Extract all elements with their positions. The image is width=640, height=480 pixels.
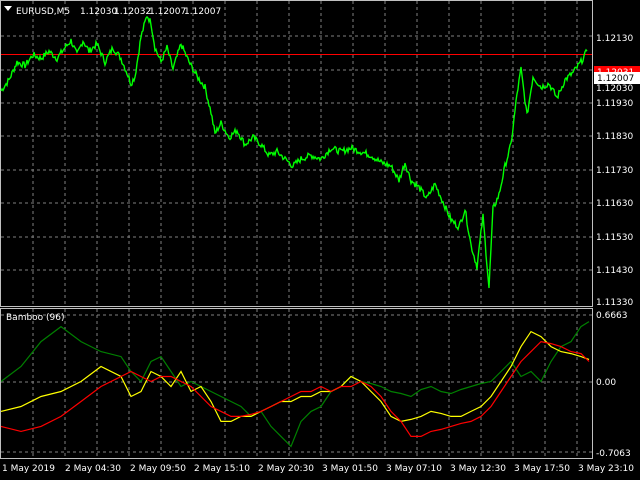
ohlc-high: 1.12032 xyxy=(114,7,151,17)
symbol-name: EURUSD,M5 xyxy=(16,7,70,17)
dropdown-triangle-icon[interactable] xyxy=(4,6,12,11)
time-axis[interactable]: 1 May 2019 2 May 04:30 2 May 09:50 2 May… xyxy=(2,464,634,474)
time-axis-label: 3 May 12:30 xyxy=(450,464,506,474)
time-axis-label: 3 May 17:50 xyxy=(514,464,570,474)
ohlc-low: 1.12007 xyxy=(149,7,186,17)
price-axis-label: 1.12130 xyxy=(596,34,633,44)
indicator-series-dark-green xyxy=(0,321,590,448)
indicator-series-red xyxy=(0,340,590,437)
price-grid xyxy=(1,1,592,306)
symbol-header[interactable]: EURUSD,M5 1.12030 1.12032 1.12007 1.1200… xyxy=(4,6,221,17)
ohlc-close: 1.12007 xyxy=(184,7,221,17)
time-axis-label: 2 May 20:30 xyxy=(258,464,314,474)
price-series-line xyxy=(0,15,588,289)
ohlc-open: 1.12030 xyxy=(80,7,117,17)
indicator-zero-label: 0.00 xyxy=(596,378,616,388)
price-panel-frame xyxy=(0,0,593,307)
time-axis-label: 2 May 15:10 xyxy=(194,464,250,474)
terminal-chart-window[interactable]: EURUSD,M5 1.12030 1.12032 1.12007 1.1200… xyxy=(0,0,640,480)
time-axis-label: 1 May 2019 xyxy=(2,464,55,474)
indicator-title: Bamboo (96) xyxy=(6,313,65,323)
time-axis-label: 3 May 07:10 xyxy=(386,464,442,474)
price-axis-label: 1.11730 xyxy=(596,166,633,176)
indicator-grid xyxy=(1,309,592,458)
price-axis-label: 1.11830 xyxy=(596,132,633,142)
time-axis-label: 2 May 09:50 xyxy=(130,464,186,474)
bid-price-tag-text: 1.12007 xyxy=(597,74,634,84)
price-axis-label: 1.11930 xyxy=(596,99,633,109)
indicator-max-label: 0.6663 xyxy=(596,311,628,321)
price-axis-label: 1.12030 xyxy=(596,84,633,94)
time-axis-label: 3 May 01:50 xyxy=(322,464,378,474)
indicator-panel-frame xyxy=(0,308,593,459)
price-axis-label: 1.11630 xyxy=(596,199,633,209)
price-axis-label: 1.11530 xyxy=(596,233,633,243)
time-axis-label: 2 May 04:30 xyxy=(65,464,121,474)
indicator-series-group xyxy=(0,321,590,448)
time-axis-label: 3 May 23:10 xyxy=(578,464,634,474)
indicator-min-label: -0.7063 xyxy=(596,449,631,459)
price-axis-label: 1.11330 xyxy=(596,298,633,308)
price-axis-label: 1.11430 xyxy=(596,266,633,276)
